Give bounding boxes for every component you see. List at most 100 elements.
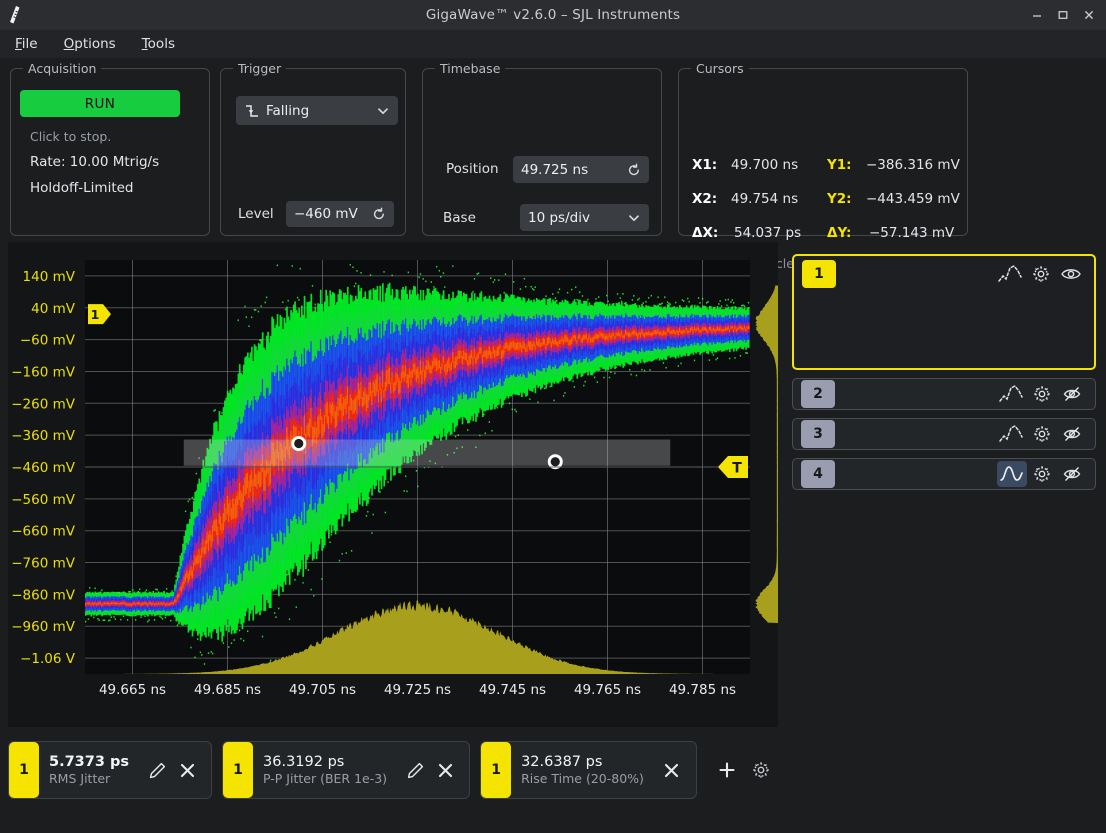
reset-icon[interactable] [372, 207, 386, 221]
trigger-edge-select[interactable]: Falling [236, 96, 398, 125]
cursor-y2-key: Y2: [827, 191, 852, 207]
measurement-card[interactable]: 1 36.3192 ps P-P Jitter (BER 1e-3) [222, 741, 471, 799]
channel-row-1[interactable]: 1 [792, 254, 1096, 370]
pencil-icon[interactable] [401, 756, 429, 784]
channel-2-header: 2 [793, 376, 1095, 412]
cursor-selection-band[interactable] [183, 439, 671, 466]
timebase-base-value: 10 ps/div [528, 209, 590, 226]
y-tick-label: −760 mV [11, 556, 76, 572]
cursors-group: Cursors [678, 61, 968, 236]
maximize-icon[interactable] [1050, 3, 1076, 27]
trigger-level-label: Level [238, 206, 274, 222]
timebase-position-value: 49.725 ns [521, 161, 589, 178]
y-tick-label: −160 mV [11, 364, 76, 380]
y-tick-label: −560 mV [11, 492, 76, 508]
channel-3-eye-hidden-icon[interactable] [1057, 421, 1087, 447]
reset-icon[interactable] [627, 163, 641, 177]
channel-2-eye-hidden-icon[interactable] [1057, 381, 1087, 407]
channel-1-header: 1 [794, 256, 1094, 292]
menu-item-options[interactable]: Options [61, 34, 119, 54]
cursor-handle-1[interactable] [291, 436, 307, 452]
measurement-bar-tools [713, 756, 775, 784]
measurement-channel-badge[interactable]: 1 [9, 742, 39, 798]
channel-3-waveform-icon[interactable] [997, 421, 1027, 447]
gear-icon[interactable] [747, 756, 775, 784]
menu-item-file[interactable]: File [12, 34, 41, 54]
waveform-plot[interactable]: 140 mV 40 mV −60 mV −160 mV −260 mV −360 mV −4… [8, 242, 778, 727]
measurement-name: P-P Jitter (BER 1e-3) [263, 771, 388, 786]
cursor-dx-value: 54.037 ps [734, 225, 802, 241]
x-tick-label: 49.665 ns [99, 682, 166, 698]
channel-1-badge[interactable]: 1 [802, 260, 836, 288]
channel-4-badge[interactable]: 4 [801, 460, 835, 488]
timebase-position-label: Position [446, 161, 499, 177]
channel-3-header: 3 [793, 416, 1095, 452]
cursor-x2-value: 49.754 ns [731, 191, 799, 207]
channel-3-badge[interactable]: 3 [801, 420, 835, 448]
pencil-icon[interactable] [143, 756, 171, 784]
x-tick-label: 49.705 ns [289, 682, 356, 698]
measurement-text: 32.6387 ps Rise Time (20-80%) [521, 754, 644, 786]
channel-2-gear-icon[interactable] [1027, 381, 1057, 407]
measurement-card[interactable]: 1 5.7373 ps RMS Jitter [8, 741, 213, 799]
trigger-level-value: −460 mV [294, 206, 358, 222]
channel-1-gear-icon[interactable] [1026, 261, 1056, 287]
channel-2-waveform-icon[interactable] [997, 381, 1027, 407]
y-tick-label: 40 mV [31, 301, 76, 317]
cursor-y1-value: −386.316 mV [866, 157, 960, 173]
cursor-dy-value: −57.143 mV [869, 225, 955, 241]
menu-bar: File Options Tools [0, 30, 1106, 58]
close-icon[interactable] [431, 756, 459, 784]
falling-edge-icon [244, 103, 260, 119]
measurement-card[interactable]: 1 32.6387 ps Rise Time (20-80%) [480, 741, 697, 799]
channel-row-3[interactable]: 3 [792, 418, 1096, 450]
measurement-channel-badge[interactable]: 1 [223, 742, 254, 798]
svg-text:1: 1 [91, 307, 100, 322]
y-tick-label: −60 mV [20, 333, 76, 349]
y-tick-label: −460 mV [11, 460, 76, 476]
trigger-legend: Trigger [233, 61, 287, 76]
timebase-base-select[interactable]: 10 ps/div [520, 204, 649, 231]
svg-text:T: T [732, 461, 742, 477]
x-tick-label: 49.765 ns [574, 682, 641, 698]
channel-row-2[interactable]: 2 [792, 378, 1096, 410]
menu-label-options-rest: ptions [74, 36, 116, 52]
cursor-dy-key: ΔY: [827, 225, 852, 241]
channel-4-gear-icon[interactable] [1027, 461, 1057, 487]
measurement-name: Rise Time (20-80%) [521, 771, 644, 786]
measurement-bar: 1 5.7373 ps RMS Jitter 1 36.3192 ps P-P Jitte… [8, 737, 1098, 803]
y-tick-label: 140 mV [23, 269, 76, 285]
cursors-legend: Cursors [691, 61, 749, 76]
x-axis-tick-labels: 49.665 ns 49.685 ns 49.705 ns 49.725 ns 49.7… [99, 682, 736, 698]
cursor-x2-key: X2: [692, 191, 718, 207]
y-tick-label: −360 mV [11, 428, 76, 444]
channel-row-4[interactable]: 4 [792, 458, 1096, 490]
acquisition-mode: Holdoff-Limited [30, 180, 134, 196]
channel-4-eye-hidden-icon[interactable] [1057, 461, 1087, 487]
channel-1-waveform-icon[interactable] [996, 261, 1026, 287]
cursor-y2-value: −443.459 mV [866, 191, 960, 207]
control-groups: Acquisition RUN Click to stop. Rate: 10.… [0, 60, 1106, 276]
menu-item-tools[interactable]: Tools [139, 34, 178, 54]
timebase-legend: Timebase [435, 61, 506, 76]
trigger-level-input[interactable]: −460 mV [286, 201, 394, 227]
title-bar: GigaWave™ v2.6.0 – SJL Instruments [0, 0, 1106, 30]
measurement-channel-badge[interactable]: 1 [481, 742, 512, 798]
close-icon[interactable] [1076, 3, 1102, 27]
channel-1-eye-visible-icon[interactable] [1056, 261, 1086, 287]
measurement-value: 5.7373 ps [49, 754, 130, 770]
minimize-icon[interactable] [1024, 3, 1050, 27]
waveform-plot-panel[interactable]: 140 mV 40 mV −60 mV −160 mV −260 mV −360 mV −4… [8, 242, 778, 727]
timebase-position-input[interactable]: 49.725 ns [513, 156, 649, 183]
measurement-text: 36.3192 ps P-P Jitter (BER 1e-3) [263, 754, 387, 786]
close-icon[interactable] [658, 756, 686, 784]
channel-2-badge[interactable]: 2 [801, 380, 835, 408]
run-button[interactable]: RUN [20, 90, 180, 117]
chevron-down-icon [376, 104, 390, 118]
y-tick-label: −660 mV [11, 524, 76, 540]
close-icon[interactable] [173, 756, 201, 784]
plus-icon[interactable] [713, 756, 741, 784]
channel-4-waveform-icon[interactable] [997, 461, 1027, 487]
channel-3-gear-icon[interactable] [1027, 421, 1057, 447]
y-tick-label: −1.06 V [20, 651, 76, 667]
